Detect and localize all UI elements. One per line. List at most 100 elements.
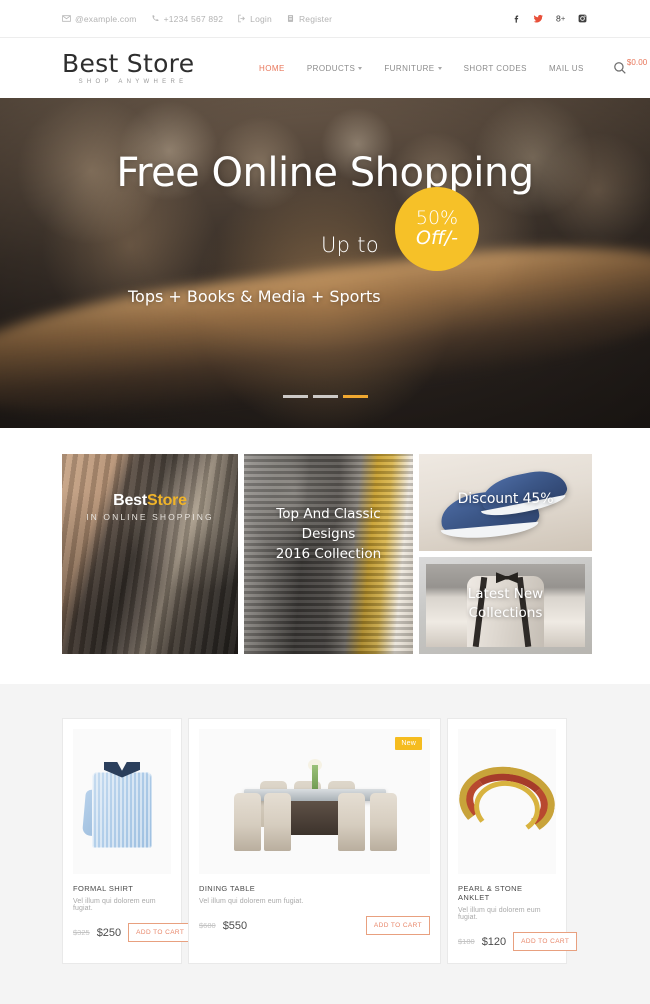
social-links: 8 + xyxy=(511,13,588,24)
promo-discount-title: Discount 45% xyxy=(457,491,554,507)
brand-name: Best Store xyxy=(62,49,195,78)
slider-dot-1[interactable] xyxy=(282,395,308,398)
contact-phone[interactable]: +1234 567 892 xyxy=(151,14,224,24)
product-card[interactable]: New DINING TABLE Vel illum qui dolorem e… xyxy=(188,718,441,964)
envelope-icon xyxy=(62,14,71,23)
promo-latest-line1: Latest New xyxy=(467,586,544,602)
product-image xyxy=(73,729,171,874)
product-description: Vel illum qui dolorem eum fugiat. xyxy=(73,898,156,912)
discount-badge-off: Off/- xyxy=(416,227,458,249)
table-base xyxy=(289,800,340,835)
slider-dot-3[interactable] xyxy=(342,395,368,398)
promo-tile-discount-caption: Discount 45% xyxy=(419,454,592,507)
register-link[interactable]: Register xyxy=(286,14,332,24)
nav-item-furniture-label: FURNITURE xyxy=(384,63,435,73)
search-icon[interactable] xyxy=(613,61,627,75)
product-description: Vel illum qui dolorem eum fugiat. xyxy=(458,907,541,921)
add-to-cart-button[interactable]: ADD TO CART xyxy=(513,932,578,951)
product-old-price: $180 xyxy=(458,937,475,946)
formal-shirt-graphic xyxy=(82,756,160,848)
login-link[interactable]: Login xyxy=(237,14,272,24)
promo-classic-line3: 2016 Collection xyxy=(275,545,382,562)
product-card[interactable]: FORMAL SHIRT Vel illum qui dolorem eum f… xyxy=(62,718,193,964)
product-title: DINING TABLE xyxy=(199,884,256,893)
promo-section: BestStore IN ONLINE SHOPPING Discount 45… xyxy=(0,428,650,684)
pearl-stone-anklet-graphic xyxy=(458,760,556,843)
svg-text:+: + xyxy=(561,16,566,23)
promo-grid: BestStore IN ONLINE SHOPPING Discount 45… xyxy=(62,454,592,654)
product-list: FORMAL SHIRT Vel illum qui dolorem eum f… xyxy=(62,718,588,964)
dining-table-graphic xyxy=(220,747,410,857)
product-card[interactable]: PEARL & STONE ANKLET Vel illum qui dolor… xyxy=(447,718,578,964)
chevron-down-icon xyxy=(437,67,442,70)
nav-item-products-label: PRODUCTS xyxy=(306,63,356,73)
product-price-row: $180 $120 ADD TO CART xyxy=(458,932,578,951)
promo-best-word: Best xyxy=(113,492,147,509)
product-old-price: $325 xyxy=(73,928,90,937)
hero-slider[interactable]: Free Online Shopping Up to 50% Off/- Top… xyxy=(0,98,650,428)
promo-latest-line2: Collections xyxy=(468,605,543,622)
nav-item-home[interactable]: HOME xyxy=(248,64,296,73)
promo-tile-latest-caption: Latest New Collections xyxy=(419,557,592,623)
product-price: $250 xyxy=(96,926,122,939)
nav-item-mail-us[interactable]: MAIL US xyxy=(538,64,595,73)
product-info: FORMAL SHIRT Vel illum qui dolorem eum f… xyxy=(63,874,193,954)
promo-best-store-subtitle: IN ONLINE SHOPPING xyxy=(86,512,214,522)
contact-email[interactable]: @example.com xyxy=(62,14,137,24)
cart-total: $0.00 (0 items) xyxy=(626,58,650,67)
cart-summary[interactable]: $0.00 (0 items) Empty Cart xyxy=(627,58,650,79)
top-bar-links: @example.com +1234 567 892 Login Registe… xyxy=(62,14,511,24)
brand-logo[interactable]: Best Store SHOP ANYWHERE xyxy=(62,51,210,85)
promo-tile-classic[interactable]: Top And Classic Designs 2016 Collection xyxy=(244,454,413,654)
hero-subtitle: Tops + Books & Media + Sports xyxy=(128,287,381,306)
nav-item-products[interactable]: PRODUCTS xyxy=(296,64,374,73)
add-to-cart-button[interactable]: ADD TO CART xyxy=(365,916,430,935)
google-plus-icon[interactable]: 8 + xyxy=(555,13,566,24)
nav-item-home-label: HOME xyxy=(259,63,285,73)
chair-front-1 xyxy=(233,792,261,851)
chair-front-3 xyxy=(337,792,365,851)
promo-tile-best-store-caption: BestStore IN ONLINE SHOPPING xyxy=(62,454,238,522)
promo-classic-line2: Designs xyxy=(301,525,356,542)
promo-tile-latest[interactable]: Latest New Collections xyxy=(419,557,592,654)
product-price: $550 xyxy=(222,919,248,932)
hero-title: Free Online Shopping xyxy=(116,150,534,196)
product-title: FORMAL SHIRT xyxy=(73,884,134,893)
instagram-icon[interactable] xyxy=(577,13,588,24)
nav-item-short-codes[interactable]: SHORT CODES xyxy=(453,64,538,73)
hero-offer-row: Up to 50% Off/- xyxy=(0,187,650,271)
chair-front-2 xyxy=(263,792,291,851)
cart-total-row: $0.00 (0 items) xyxy=(627,58,650,68)
contact-phone-label: +1234 567 892 xyxy=(163,13,224,24)
clipboard-icon xyxy=(286,14,295,23)
cart-status: Empty Cart xyxy=(627,70,650,79)
chevron-down-icon xyxy=(358,67,363,70)
product-info: PEARL & STONE ANKLET Vel illum qui dolor… xyxy=(448,874,578,963)
promo-tile-best-store[interactable]: BestStore IN ONLINE SHOPPING xyxy=(62,454,238,654)
promo-classic-line1: Top And Classic xyxy=(276,506,381,522)
nav-item-mail-us-label: MAIL US xyxy=(548,63,584,73)
discount-badge: 50% Off/- xyxy=(394,187,479,271)
nav-item-furniture[interactable]: FURNITURE xyxy=(373,64,452,73)
discount-badge-percent: 50% xyxy=(415,207,459,230)
promo-tile-discount[interactable]: Discount 45% xyxy=(419,454,592,551)
login-label: Login xyxy=(250,13,272,24)
contact-email-label: @example.com xyxy=(75,13,137,24)
promo-tile-classic-caption: Top And Classic Designs 2016 Collection xyxy=(244,454,413,565)
product-title: PEARL & STONE ANKLET xyxy=(458,884,523,902)
nav-item-short-codes-label: SHORT CODES xyxy=(463,63,527,73)
hero-content: Free Online Shopping Up to 50% Off/- Top… xyxy=(0,98,650,306)
product-price-row: $680 $550 ADD TO CART xyxy=(199,916,430,935)
facebook-icon[interactable] xyxy=(511,13,522,24)
main-navigation: HOME PRODUCTS FURNITURE SHORT CODES MAIL… xyxy=(248,61,627,75)
vase-graphic xyxy=(311,764,318,791)
product-price: $120 xyxy=(481,935,507,948)
twitter-icon[interactable] xyxy=(533,13,544,24)
register-label: Register xyxy=(298,13,333,24)
add-to-cart-button[interactable]: ADD TO CART xyxy=(128,923,193,942)
slider-dot-2[interactable] xyxy=(312,395,338,398)
promo-store-word: Store xyxy=(146,492,187,509)
brand-tagline: SHOP ANYWHERE xyxy=(78,79,188,85)
product-description: Vel illum qui dolorem eum fugiat. xyxy=(199,898,304,905)
products-section: FORMAL SHIRT Vel illum qui dolorem eum f… xyxy=(0,684,650,1004)
